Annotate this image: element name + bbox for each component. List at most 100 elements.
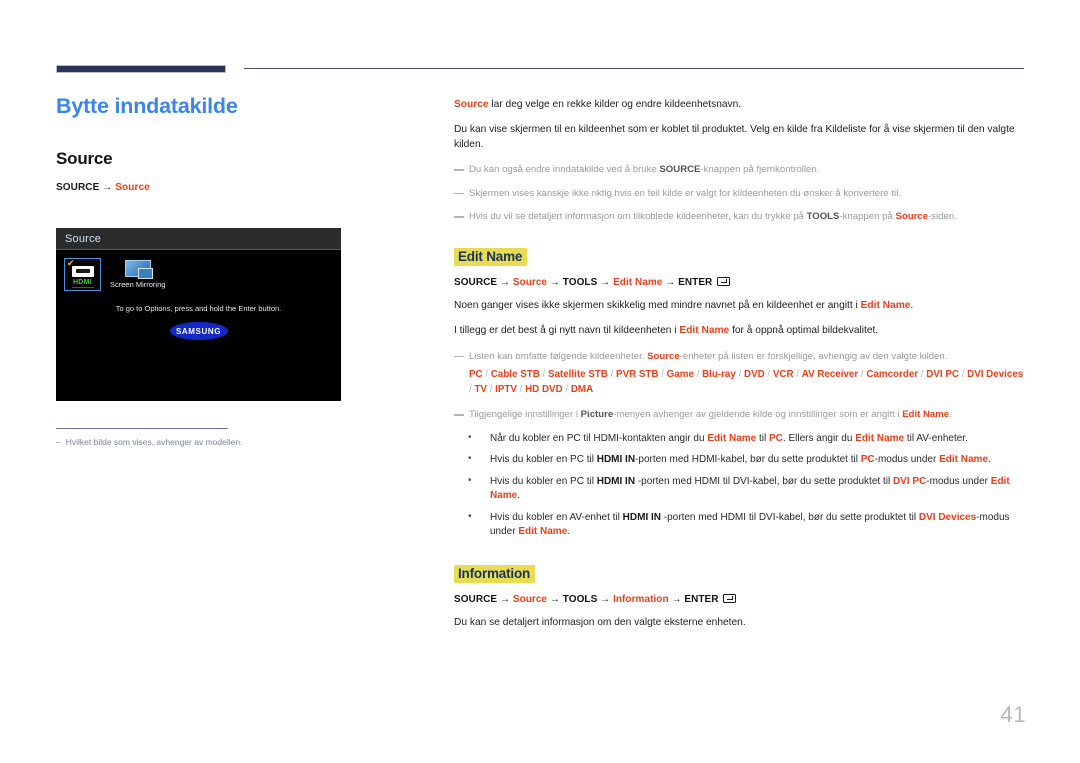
edit-p2-post: for å oppnå optimal bildekvalitet. xyxy=(729,325,879,337)
bullet-emphasis: DVI PC xyxy=(892,475,927,487)
information-paragraph: Du kan se detaljert informasjon om den v… xyxy=(454,616,746,628)
note-picture-highlight: Edit Name xyxy=(902,409,950,421)
device-type-item: PC xyxy=(469,369,483,381)
source-item-screen-mirroring[interactable]: Screen Mirroring xyxy=(110,258,165,289)
device-type-item: PVR STB xyxy=(616,369,659,381)
device-list-separator: / xyxy=(562,383,571,395)
note-1: Du kan også endre inndatakilde ved å bru… xyxy=(454,163,1026,176)
bullet-text: Hvis du kobler en AV-enhet til xyxy=(490,511,623,523)
device-list-separator: / xyxy=(539,369,548,381)
bullet-emphasis: PC xyxy=(860,454,875,466)
bullet-text: . xyxy=(988,454,991,466)
edit-name-bullet-list: Når du kobler en PC til HDMI-kontakten a… xyxy=(454,431,1026,540)
bullet-emphasis: Edit Name xyxy=(518,526,568,538)
edit-path-source-menu: Source xyxy=(512,276,548,288)
bullet-text: . xyxy=(567,526,571,538)
screen-mirroring-icon xyxy=(124,260,153,279)
device-list-separator: / xyxy=(693,369,703,381)
note-picture-post: . xyxy=(949,409,952,421)
device-type-item: DMA xyxy=(570,383,594,395)
header-divider-line xyxy=(244,68,1024,69)
source-item-hdmi-underline xyxy=(71,286,94,288)
note-3: Hvis du vil se detaljert informasjon om … xyxy=(454,210,1026,223)
intro-lead-term: Source xyxy=(454,99,489,110)
page-number: 41 xyxy=(1000,702,1026,727)
edit-path-tools: TOOLS xyxy=(562,276,598,288)
note-1-bold: SOURCE xyxy=(659,164,701,176)
edit-path-arrow-1-icon: → xyxy=(499,276,510,288)
samsung-logo: SAMSUNG xyxy=(169,322,228,340)
device-type-item: Game xyxy=(666,369,694,381)
info-path-enter: ENTER xyxy=(684,593,719,605)
info-path-source-menu: Source xyxy=(512,593,548,605)
note-3-tail: -siden. xyxy=(927,211,957,223)
info-path-arrow-2-icon: → xyxy=(549,593,560,605)
edit-path-enter: ENTER xyxy=(678,276,713,288)
device-list-separator: / xyxy=(793,369,802,381)
edit-p2-highlight: Edit Name xyxy=(679,325,730,337)
bullet-text: . xyxy=(517,490,521,502)
bullet-emphasis: HDMI IN xyxy=(622,511,662,523)
info-path-information: Information xyxy=(613,593,669,605)
footnote-text: Hvilket bilde som vises, avhenger av mod… xyxy=(65,437,243,447)
samsung-logo-text: SAMSUNG xyxy=(175,326,222,336)
bullet-emphasis: Edit Name xyxy=(855,432,905,444)
note-devlist-pre: Listen kan omfatte følgende kildeenheter… xyxy=(469,350,648,362)
device-type-list: PC / Cable STB / Satellite STB / PVR STB… xyxy=(454,368,1026,397)
device-type-item: Blu-ray xyxy=(702,369,736,381)
footnote-divider xyxy=(56,428,228,429)
bullet-item: Hvis du kobler en AV-enhet til HDMI IN -… xyxy=(466,510,1026,540)
bullet-item: Hvis du kobler en PC til HDMI IN -porten… xyxy=(466,474,1026,504)
note-3-mid: -knappen på xyxy=(839,211,896,223)
device-list-separator: / xyxy=(516,383,526,395)
note-picture-bold: Picture xyxy=(580,409,614,421)
device-type-item: Camcorder xyxy=(866,369,919,381)
tv-osd-body: ✔ HDMI Screen Mirroring To go to Options… xyxy=(56,250,341,401)
info-path-source-key: SOURCE xyxy=(454,593,498,605)
edit-path-arrow-4-icon: → xyxy=(665,276,676,288)
edit-name-paragraph-1: Noen ganger vises ikke skjermen skikkeli… xyxy=(454,299,1026,313)
edit-name-paragraph-2: I tillegg er det best å gi nytt navn til… xyxy=(454,324,1026,338)
info-path-arrow-1-icon: → xyxy=(499,593,510,605)
paragraph-2: Du kan vise skjermen til en kildeenhet s… xyxy=(454,124,1015,150)
hdmi-port-icon xyxy=(71,265,94,277)
device-type-item: IPTV xyxy=(495,383,517,395)
device-list-separator: / xyxy=(735,369,745,381)
intro-rest-text: lar deg velge en rekke kilder og endre k… xyxy=(488,99,742,110)
device-type-item: DVD xyxy=(744,369,765,381)
bullet-text: -modus under xyxy=(926,475,991,487)
path-segment-source-menu: Source xyxy=(115,181,150,193)
device-type-item: DVI Devices xyxy=(967,369,1024,381)
footnote-dash-icon: – xyxy=(56,437,61,447)
bullet-text: . Ellers angir du xyxy=(782,432,856,444)
bullet-text: Når du kobler en PC til HDMI-kontakten a… xyxy=(490,432,708,444)
enter-key-icon-2 xyxy=(723,593,737,603)
note-picture-pre: Tilgjengelige innstillinger i xyxy=(469,409,581,421)
bullet-text: Hvis du kobler en PC til xyxy=(490,454,597,466)
bullet-emphasis: HDMI IN xyxy=(596,454,636,466)
note-3-highlight: Source xyxy=(895,211,928,223)
device-list-separator: / xyxy=(658,369,667,381)
note-2-text: Skjermen vises kanskje ikke riktig hvis … xyxy=(469,187,901,199)
device-list-separator: / xyxy=(482,369,491,381)
note-picture-mid: -menyen avhenger av gjeldende kilde og i… xyxy=(613,409,903,421)
note-device-list-intro: Listen kan omfatte følgende kildeenheter… xyxy=(454,350,1026,363)
bullet-text: til AV-enheter. xyxy=(904,432,968,444)
heading-information: Information xyxy=(454,564,536,583)
path-segment-source-key: SOURCE xyxy=(56,181,100,193)
source-item-hdmi-label: HDMI xyxy=(72,278,93,286)
edit-p2-pre: I tillegg er det best å gi nytt navn til… xyxy=(454,325,680,337)
path-arrow-icon: → xyxy=(102,181,113,193)
edit-p1-pre: Noen ganger vises ikke skjermen skikkeli… xyxy=(454,299,861,311)
bullet-emphasis: DVI Devices xyxy=(918,511,977,523)
section-title-source: Source xyxy=(56,148,113,168)
edit-path-source-key: SOURCE xyxy=(454,276,498,288)
device-list-separator: / xyxy=(958,369,968,381)
right-column: Source lar deg velge en rekke kilder og … xyxy=(454,98,1026,641)
bullet-item: Når du kobler en PC til HDMI-kontakten a… xyxy=(466,431,1026,447)
device-list-separator: / xyxy=(486,383,496,395)
bullet-text: Hvis du kobler en PC til xyxy=(490,475,597,487)
source-item-hdmi[interactable]: ✔ HDMI xyxy=(64,258,101,291)
device-type-item: HD DVD xyxy=(525,383,563,395)
device-type-item: DVI PC xyxy=(926,369,959,381)
